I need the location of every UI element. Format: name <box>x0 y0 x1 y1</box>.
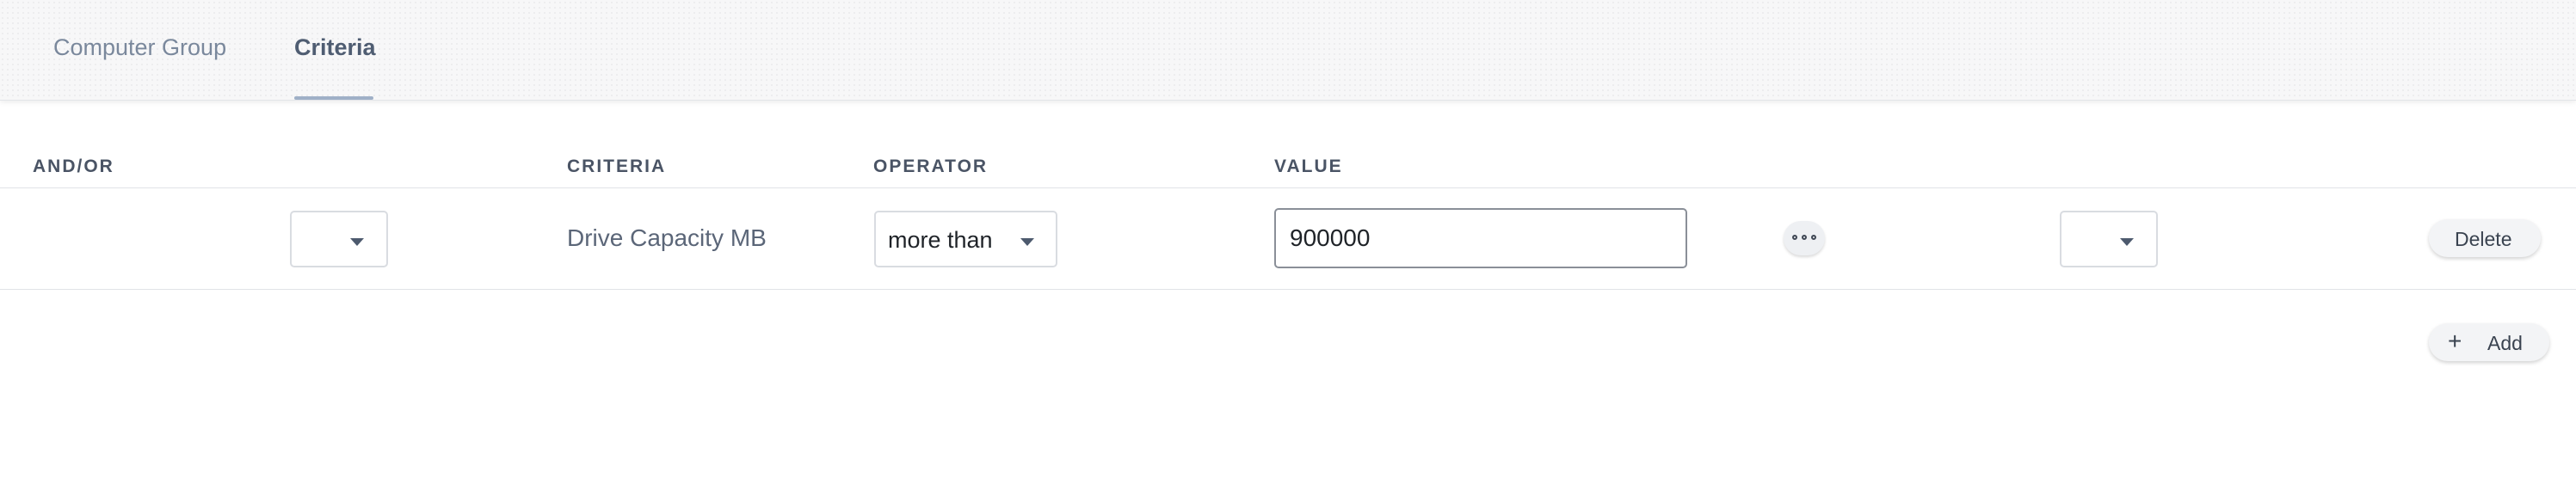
column-header-value: VALUE <box>1274 157 1343 176</box>
delete-button-label: Delete <box>2455 228 2512 250</box>
tab-computer-group[interactable]: Computer Group <box>53 34 226 61</box>
active-tab-indicator <box>294 96 373 100</box>
column-header-and-or: AND/OR <box>33 157 114 176</box>
chevron-down-icon <box>1020 238 1034 246</box>
criteria-name: Drive Capacity MB <box>567 224 767 251</box>
tab-bar: Computer Group Criteria <box>0 0 2576 101</box>
column-header-criteria: CRITERIA <box>567 157 667 176</box>
value-input[interactable] <box>1274 208 1687 268</box>
add-button[interactable]: + Add <box>2429 323 2549 361</box>
operator-select[interactable]: more than <box>874 211 1057 267</box>
delete-button[interactable]: Delete <box>2429 219 2541 257</box>
parenthesis-select[interactable] <box>2060 211 2158 267</box>
row-divider <box>0 289 2576 290</box>
add-button-label: Add <box>2487 332 2523 354</box>
tab-criteria[interactable]: Criteria <box>294 34 376 61</box>
chevron-down-icon <box>350 238 364 246</box>
chevron-down-icon <box>2120 238 2134 246</box>
more-options-button[interactable] <box>1784 221 1825 255</box>
and-or-select[interactable] <box>290 211 388 267</box>
plus-icon: + <box>2448 328 2462 354</box>
column-header-operator: OPERATOR <box>873 157 989 176</box>
operator-value: more than <box>888 227 993 253</box>
header-divider <box>0 187 2576 188</box>
